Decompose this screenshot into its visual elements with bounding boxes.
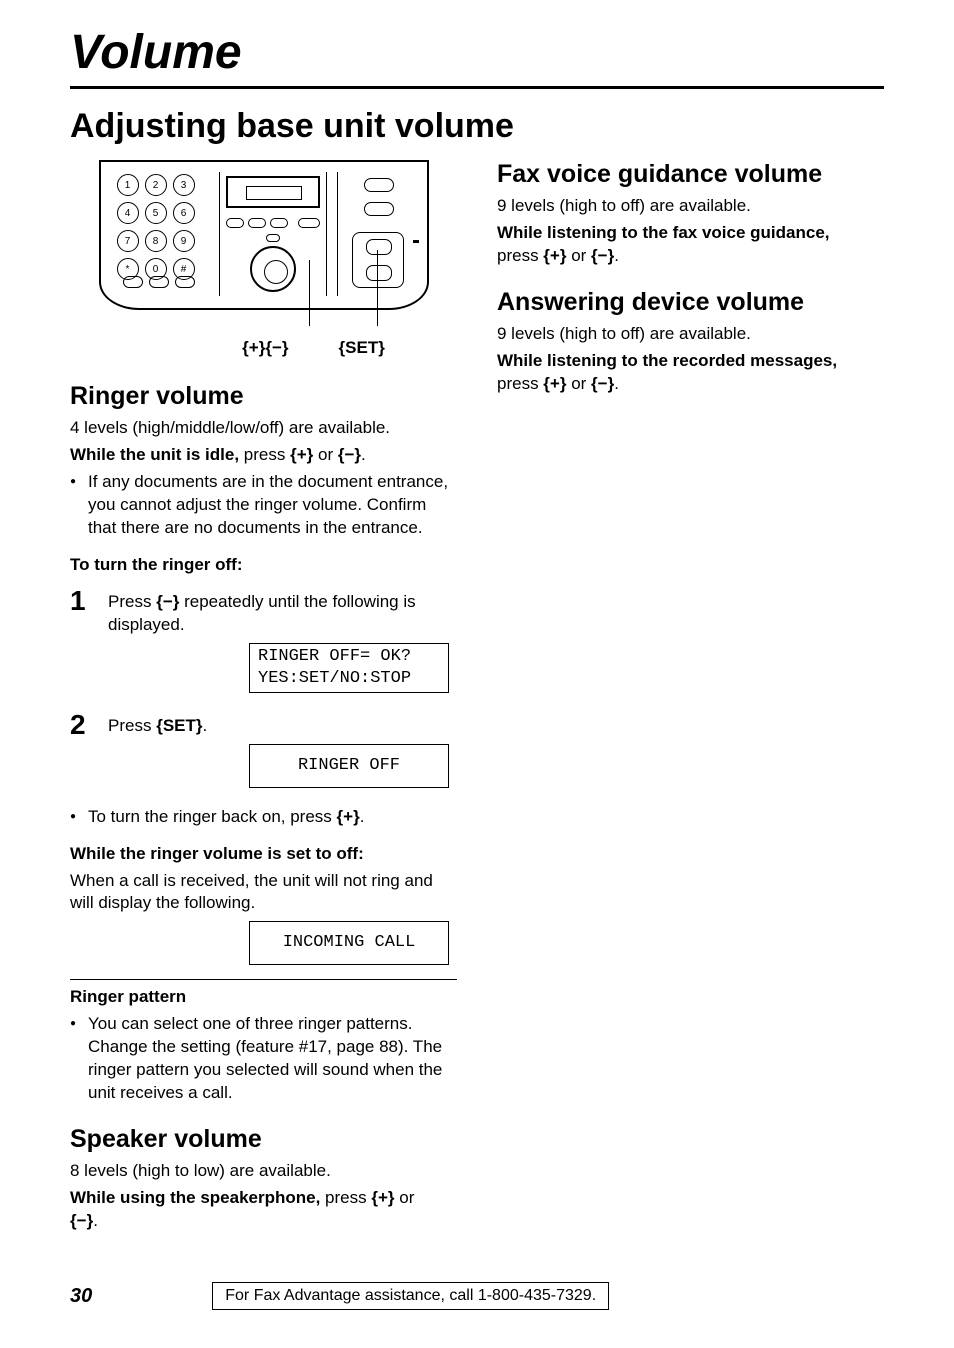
while-ringer-off-heading: While the ringer volume is set to off: <box>70 843 457 866</box>
ringer-pattern-bullet: You can select one of three ringer patte… <box>88 1013 457 1105</box>
fax-instruction: While listening to the fax voice guidanc… <box>497 222 884 268</box>
step-1-number: 1 <box>70 587 94 703</box>
page-footer: 30 For Fax Advantage assistance, call 1-… <box>70 1282 884 1310</box>
answering-instruction: While listening to the recorded messages… <box>497 350 884 396</box>
right-column: Fax voice guidance volume 9 levels (high… <box>497 160 884 1237</box>
ringer-volume-heading: Ringer volume <box>70 382 457 411</box>
title-rule <box>70 86 884 89</box>
speaker-instruction: While using the speakerphone, press {+} … <box>70 1187 457 1233</box>
chapter-title: Volume <box>70 25 884 80</box>
while-ringer-off-body: When a call is received, the unit will n… <box>70 870 457 916</box>
answering-levels: 9 levels (high to off) are available. <box>497 323 884 346</box>
page-number: 30 <box>70 1285 92 1308</box>
display-incoming-call: INCOMING CALL <box>249 921 449 965</box>
device-diagram: 123 456 789 *0# <box>99 160 429 330</box>
diagram-label-volume: {+}{−} <box>242 338 288 358</box>
assistance-box: For Fax Advantage assistance, call 1-800… <box>212 1282 609 1310</box>
fax-levels: 9 levels (high to off) are available. <box>497 195 884 218</box>
ringer-back-on-bullet: To turn the ringer back on, press {+}. <box>88 806 457 829</box>
step-1-body: Press {−} repeatedly until the following… <box>108 587 457 703</box>
ringer-levels: 4 levels (high/middle/low/off) are avail… <box>70 417 457 440</box>
display-ringer-off: RINGER OFF <box>249 744 449 788</box>
divider-rule <box>70 979 457 980</box>
answering-device-heading: Answering device volume <box>497 288 884 317</box>
ringer-pattern-heading: Ringer pattern <box>70 986 457 1009</box>
speaker-volume-heading: Speaker volume <box>70 1125 457 1154</box>
speaker-levels: 8 levels (high to low) are available. <box>70 1160 457 1183</box>
left-column: 123 456 789 *0# {+}{−} <box>70 160 457 1237</box>
ringer-note-bullet: If any documents are in the document ent… <box>88 471 457 540</box>
display-ringer-off-confirm: RINGER OFF= OK? YES:SET/NO:STOP <box>249 643 449 693</box>
fax-guidance-heading: Fax voice guidance volume <box>497 160 884 189</box>
turn-ringer-off-heading: To turn the ringer off: <box>70 554 457 577</box>
step-2-body: Press {SET}. RINGER OFF <box>108 711 457 798</box>
section-title: Adjusting base unit volume <box>70 107 884 146</box>
step-2-number: 2 <box>70 711 94 798</box>
ringer-idle-instruction: While the unit is idle, press {+} or {−}… <box>70 444 457 467</box>
diagram-label-set: {SET} <box>339 338 385 358</box>
